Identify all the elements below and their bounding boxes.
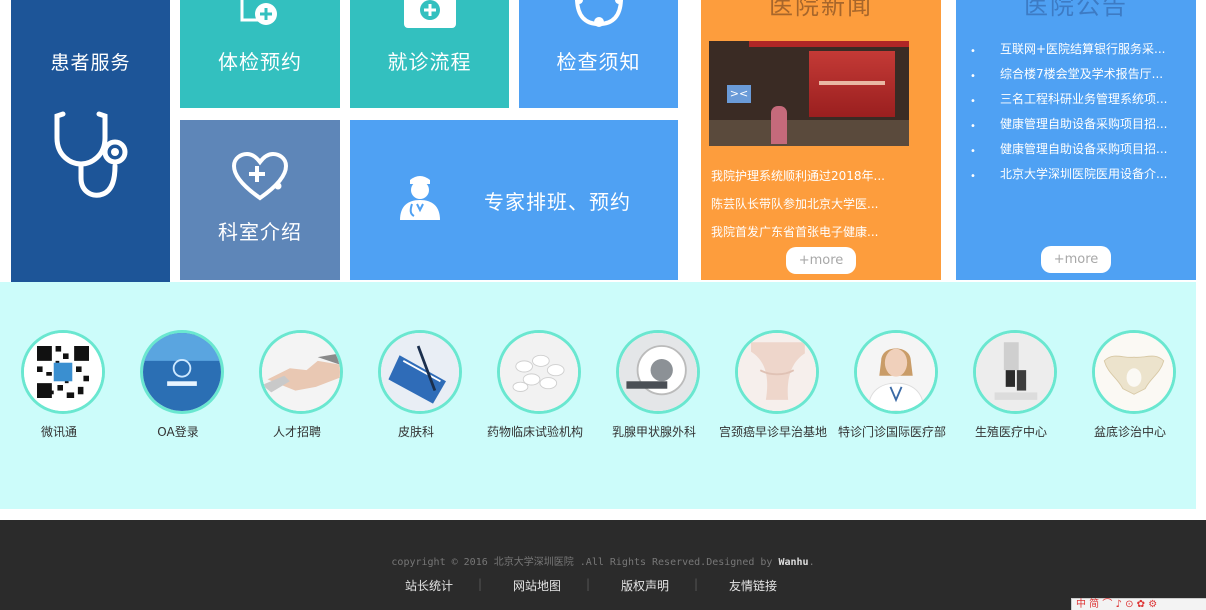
stethoscope-icon	[54, 111, 128, 198]
handshake-icon	[262, 333, 340, 411]
quick-link-label: 特诊门诊国际医疗部	[837, 425, 946, 439]
footer-link-friends[interactable]: 友情链接	[729, 577, 777, 594]
quick-link-label: 盆底诊治中心	[1093, 425, 1166, 439]
designer-link[interactable]: Wanhu	[778, 557, 808, 568]
hospital-news-panel: 医院新闻 >< 我院护理系统顺利通过2018年... 陈芸队长带队参加北京大学医…	[701, 0, 941, 280]
bullet-icon: •	[970, 171, 976, 182]
footer-separator: |	[478, 577, 483, 591]
patient-service-label: 患者服务	[50, 52, 131, 74]
announcement-item-text: 三名工程科研业务管理系统项...	[1000, 92, 1168, 106]
announcement-item[interactable]: • 三名工程科研业务管理系统项...	[970, 90, 1180, 107]
doctor-icon	[857, 333, 935, 411]
quick-link-recruitment[interactable]	[259, 330, 343, 414]
quick-links-band: 微讯通 OA登录 人才招聘 皮肤科 药物临床试验机构 乳腺甲状腺外科 宫颈癌早诊…	[0, 282, 1196, 509]
quick-link-label: OA登录	[157, 425, 199, 439]
announcement-item-text: 综合楼7楼会堂及学术报告厅...	[1000, 67, 1164, 81]
quick-link-label: 宫颈癌早诊早治基地	[718, 425, 827, 439]
footer-separator: |	[694, 577, 699, 591]
footer-link-sitemap[interactable]: 网站地图	[513, 577, 561, 594]
clipboard-pen-icon	[381, 333, 459, 411]
visit-process-tile[interactable]: 就诊流程	[350, 0, 509, 108]
news-item[interactable]: 我院护理系统顺利通过2018年...	[711, 167, 889, 184]
copyright-prefix: copyright © 2016 北京大学深圳医院 .All Rights Re…	[391, 557, 779, 568]
document-plus-icon	[240, 0, 277, 25]
photo-stage	[709, 120, 909, 146]
medical-kit-icon	[404, 0, 456, 28]
doctor-icon	[400, 176, 440, 220]
quick-link-label: 人才招聘	[272, 425, 321, 439]
bullet-icon: •	[970, 146, 976, 157]
ime-toolbar[interactable]: 中 简 ⌒ ♪ ⊙ ✿ ⚙	[1071, 598, 1206, 610]
pelvis-icon	[1095, 333, 1173, 411]
footer-link-stats[interactable]: 站长统计	[405, 577, 453, 594]
slider-arrow-icon[interactable]: ><	[727, 85, 751, 103]
quick-link-label: 皮肤科	[397, 425, 434, 439]
news-item[interactable]: 我院首发广东省首张电子健康...	[711, 223, 889, 240]
exam-notice-label: 检查须知	[556, 50, 641, 74]
announcement-item-text: 互联网+医院结算银行服务采...	[1000, 42, 1166, 56]
bullet-icon: •	[970, 71, 976, 82]
announcement-item[interactable]: • 健康管理自助设备采购项目招...	[970, 115, 1180, 132]
oa-login-screen-icon	[143, 333, 221, 411]
quick-link-clinical-trial[interactable]	[497, 330, 581, 414]
heart-plus-icon	[231, 152, 289, 201]
exam-booking-label: 体检预约	[218, 50, 302, 74]
quick-link-cervical-cancer[interactable]	[735, 330, 819, 414]
bullet-icon: •	[970, 96, 976, 107]
news-more-button[interactable]: +more	[786, 247, 856, 274]
photo-speaker	[771, 106, 787, 144]
ct-scanner-icon	[619, 333, 697, 411]
department-intro-label: 科室介绍	[218, 220, 302, 244]
announcement-item[interactable]: • 健康管理自助设备采购项目招...	[970, 140, 1180, 157]
site-footer: copyright © 2016 北京大学深圳医院 .All Rights Re…	[0, 520, 1206, 610]
qr-code-icon	[24, 333, 102, 411]
quick-link-label: 药物临床试验机构	[486, 425, 583, 439]
photo-screen-text	[819, 81, 885, 85]
headset-icon	[575, 0, 623, 27]
microscope-icon	[976, 333, 1054, 411]
quick-link-label: 微讯通	[40, 425, 77, 439]
footer-separator: |	[586, 577, 591, 591]
quick-link-reproductive[interactable]	[973, 330, 1057, 414]
quick-link-pelvic-floor[interactable]	[1092, 330, 1176, 414]
announcement-title: 医院公告	[1024, 0, 1128, 20]
quick-link-vip-clinic[interactable]	[854, 330, 938, 414]
photo-screen	[809, 51, 895, 117]
quick-link-weixuntong[interactable]	[21, 330, 105, 414]
announcement-item[interactable]: • 互联网+医院结算银行服务采...	[970, 40, 1180, 57]
page-root: 患者服务 体检预约 就诊流程 检查须知 科室介绍 专家排班、预约 医院新闻 ><…	[0, 0, 1206, 610]
announcement-item[interactable]: • 综合楼7楼会堂及学术报告厅...	[970, 65, 1180, 82]
bullet-icon: •	[970, 121, 976, 132]
expert-schedule-label: 专家排班、预约	[484, 190, 631, 214]
expert-schedule-tile[interactable]: 专家排班、预约	[350, 120, 678, 280]
department-intro-tile[interactable]: 科室介绍	[180, 120, 340, 280]
quick-link-breast-thyroid[interactable]	[616, 330, 700, 414]
quick-link-label: 生殖医疗中心	[974, 425, 1047, 439]
patient-service-tile[interactable]: 患者服务	[11, 0, 170, 282]
bullet-icon: •	[970, 46, 976, 57]
quick-link-oa-login[interactable]	[140, 330, 224, 414]
pills-icon	[500, 333, 578, 411]
news-title: 医院新闻	[769, 0, 873, 20]
news-slider-image[interactable]: ><	[709, 41, 909, 146]
news-item[interactable]: 陈芸队长带队参加北京大学医...	[711, 195, 889, 212]
announcement-item-text: 健康管理自助设备采购项目招...	[1000, 117, 1168, 131]
hospital-announcement-panel: 医院公告 • 互联网+医院结算银行服务采... • 综合楼7楼会堂及学术报告厅...…	[956, 0, 1196, 280]
announcement-item-text: 北京大学深圳医院医用设备介...	[1000, 167, 1168, 181]
footer-link-copyright[interactable]: 版权声明	[621, 577, 669, 594]
photo-banner	[749, 41, 909, 47]
visit-process-label: 就诊流程	[387, 50, 472, 74]
announcement-item[interactable]: • 北京大学深圳医院医用设备介...	[970, 165, 1180, 182]
quick-link-label: 乳腺甲状腺外科	[611, 425, 696, 439]
quick-link-dermatology[interactable]	[378, 330, 462, 414]
exam-notice-tile[interactable]: 检查须知	[519, 0, 678, 108]
exam-booking-tile[interactable]: 体检预约	[180, 0, 340, 108]
abdomen-icon	[738, 333, 816, 411]
announcement-item-text: 健康管理自助设备采购项目招...	[1000, 142, 1168, 156]
copyright-suffix: .	[808, 557, 815, 568]
copyright-text: copyright © 2016 北京大学深圳医院 .All Rights Re…	[0, 553, 1206, 568]
announcement-more-button[interactable]: +more	[1041, 246, 1111, 273]
